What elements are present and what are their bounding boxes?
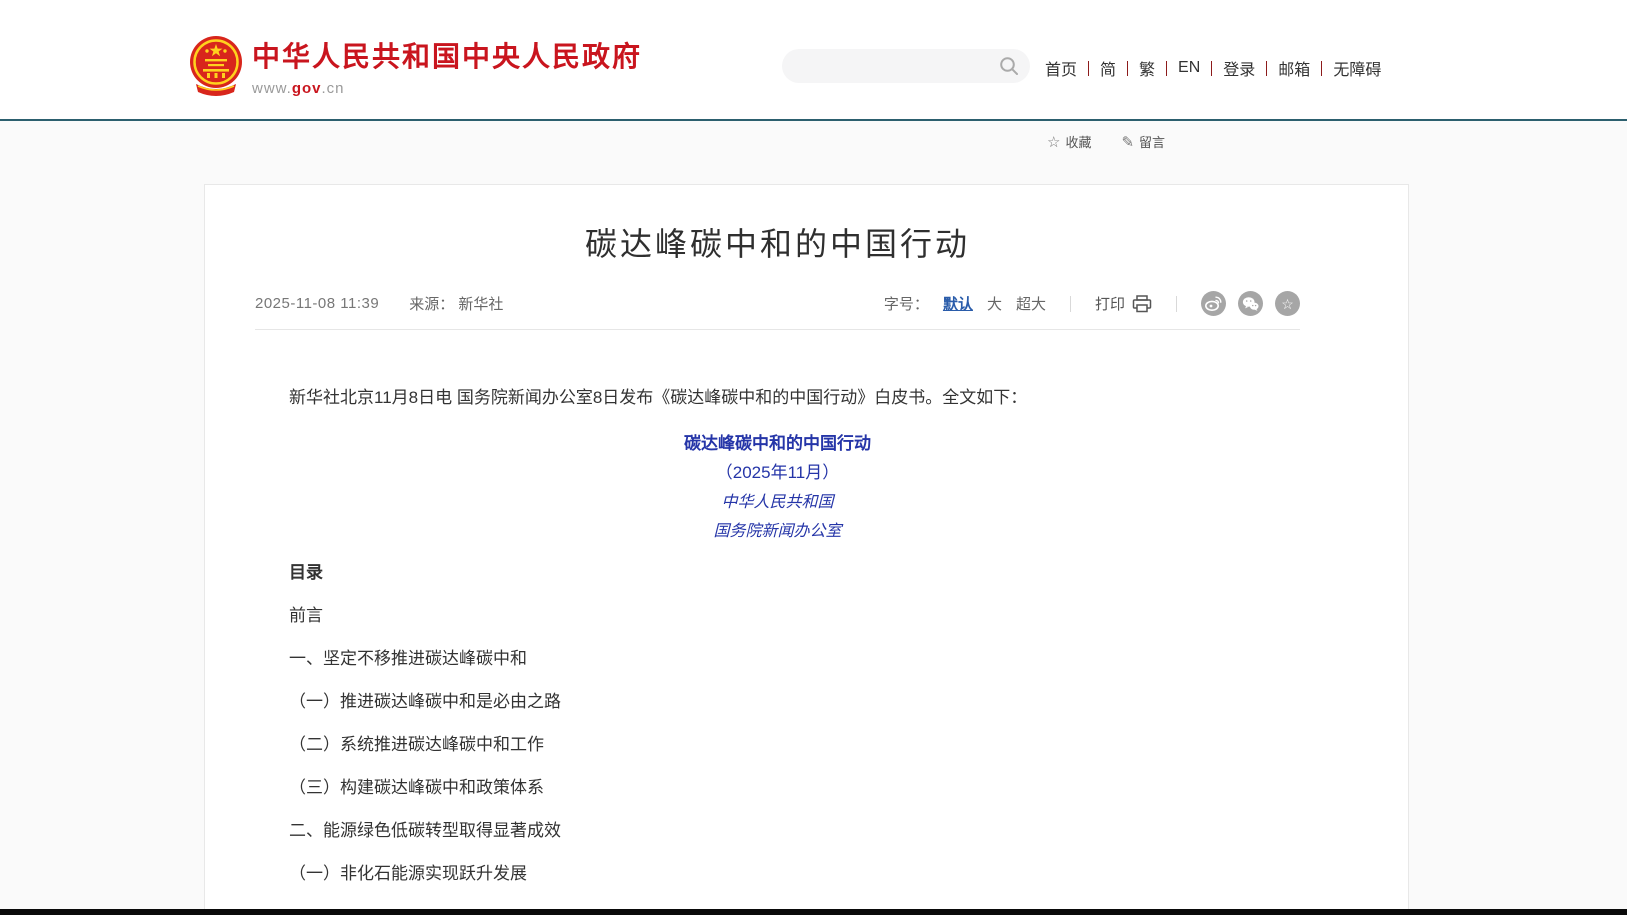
toc-item: （二）系统推进碳达峰碳中和工作	[255, 733, 1300, 757]
toc-item: 前言	[255, 604, 1300, 628]
search-input[interactable]	[798, 58, 998, 74]
article-meta-left: 2025-11-08 11:39 来源： 新华社	[255, 293, 503, 314]
printer-icon	[1132, 295, 1152, 313]
pencil-icon: ✎	[1121, 133, 1134, 151]
article-container: 碳达峰碳中和的中国行动 2025-11-08 11:39 来源： 新华社 字号：…	[204, 184, 1409, 915]
toc-item: 二、能源绿色低碳转型取得显著成效	[255, 819, 1300, 843]
weibo-icon	[1205, 296, 1222, 311]
nav-item-english[interactable]: EN	[1178, 59, 1200, 77]
toc-heading: 目录	[255, 561, 1300, 585]
meta-separator	[1176, 296, 1177, 312]
font-size-xlarge[interactable]: 超大	[1016, 293, 1046, 314]
article-source: 来源： 新华社	[409, 293, 503, 314]
share-group: ☆	[1201, 291, 1300, 316]
quick-bar: ☆ 收藏 ✎ 留言	[1047, 132, 1165, 151]
search-button[interactable]	[998, 55, 1020, 77]
toc-item: （一）非化石能源实现跃升发展	[255, 862, 1300, 886]
national-emblem-icon	[188, 34, 244, 100]
share-weibo-button[interactable]	[1201, 291, 1226, 316]
meta-separator	[1070, 296, 1071, 312]
article-meta-row: 2025-11-08 11:39 来源： 新华社 字号： 默认 大 超大 打印	[255, 291, 1300, 330]
document-title: 碳达峰碳中和的中国行动	[255, 429, 1300, 458]
site-title[interactable]: 中华人民共和国中央人民政府	[252, 40, 642, 74]
document-issuer-line1: 中华人民共和国	[255, 487, 1300, 516]
search-box	[782, 49, 1030, 83]
article-date: 2025-11-08 11:39	[255, 295, 379, 312]
article-paragraph-intro: 新华社北京11月8日电 国务院新闻办公室8日发布《碳达峰碳中和的中国行动》白皮书…	[255, 386, 1300, 410]
message-button[interactable]: ✎ 留言	[1121, 132, 1165, 151]
url-cn: .cn	[322, 80, 345, 97]
bottom-bar	[0, 909, 1627, 915]
share-more-button[interactable]: ☆	[1275, 291, 1300, 316]
nav-item-login[interactable]: 登录	[1223, 56, 1255, 80]
article-title: 碳达峰碳中和的中国行动	[255, 223, 1300, 265]
nav-separator	[1166, 61, 1167, 76]
toc-item: （一）推进碳达峰碳中和是必由之路	[255, 690, 1300, 714]
print-label: 打印	[1095, 293, 1125, 314]
nav-item-simplified[interactable]: 简	[1100, 56, 1116, 80]
nav-separator	[1211, 61, 1212, 76]
toc-item: 一、坚定不移推进碳达峰碳中和	[255, 647, 1300, 671]
nav-item-accessibility[interactable]: 无障碍	[1333, 56, 1381, 80]
font-size-label: 字号：	[884, 293, 929, 314]
nav-separator	[1321, 61, 1322, 76]
share-wechat-button[interactable]	[1238, 291, 1263, 316]
site-header: 中华人民共和国中央人民政府 www.gov.cn 首页 简 繁 EN 登录 邮箱…	[0, 0, 1627, 121]
site-url: www.gov.cn	[252, 80, 642, 97]
nav-item-mail[interactable]: 邮箱	[1278, 56, 1310, 80]
national-emblem-logo[interactable]	[188, 34, 244, 100]
article-body: 新华社北京11月8日电 国务院新闻办公室8日发布《碳达峰碳中和的中国行动》白皮书…	[255, 386, 1300, 886]
article-source-label: 来源：	[409, 296, 454, 313]
wechat-icon	[1242, 296, 1259, 311]
article-source-value: 新华社	[458, 296, 503, 313]
nav-separator	[1127, 61, 1128, 76]
nav-separator	[1266, 61, 1267, 76]
document-heading-block: 碳达峰碳中和的中国行动 （2025年11月） 中华人民共和国 国务院新闻办公室	[255, 429, 1300, 545]
nav-separator	[1088, 61, 1089, 76]
article-meta-right: 字号： 默认 大 超大 打印	[884, 291, 1300, 316]
document-issuer-line2: 国务院新闻办公室	[255, 516, 1300, 545]
toc-item: （三）构建碳达峰碳中和政策体系	[255, 776, 1300, 800]
font-size-large[interactable]: 大	[987, 293, 1002, 314]
nav-item-traditional[interactable]: 繁	[1139, 56, 1155, 80]
message-label: 留言	[1139, 132, 1165, 151]
url-gov: gov	[292, 80, 322, 97]
share-star-icon: ☆	[1281, 297, 1294, 311]
favorite-button[interactable]: ☆ 收藏	[1047, 132, 1091, 151]
star-icon: ☆	[1047, 133, 1060, 151]
search-icon	[999, 56, 1019, 76]
nav-item-home[interactable]: 首页	[1045, 56, 1077, 80]
print-button[interactable]: 打印	[1095, 293, 1152, 314]
favorite-label: 收藏	[1065, 132, 1091, 151]
top-nav: 首页 简 繁 EN 登录 邮箱 无障碍	[1045, 57, 1381, 79]
brand-block: 中华人民共和国中央人民政府 www.gov.cn	[252, 40, 642, 97]
url-www: www.	[252, 80, 292, 97]
document-date: （2025年11月）	[255, 458, 1300, 487]
font-size-default[interactable]: 默认	[943, 293, 973, 314]
